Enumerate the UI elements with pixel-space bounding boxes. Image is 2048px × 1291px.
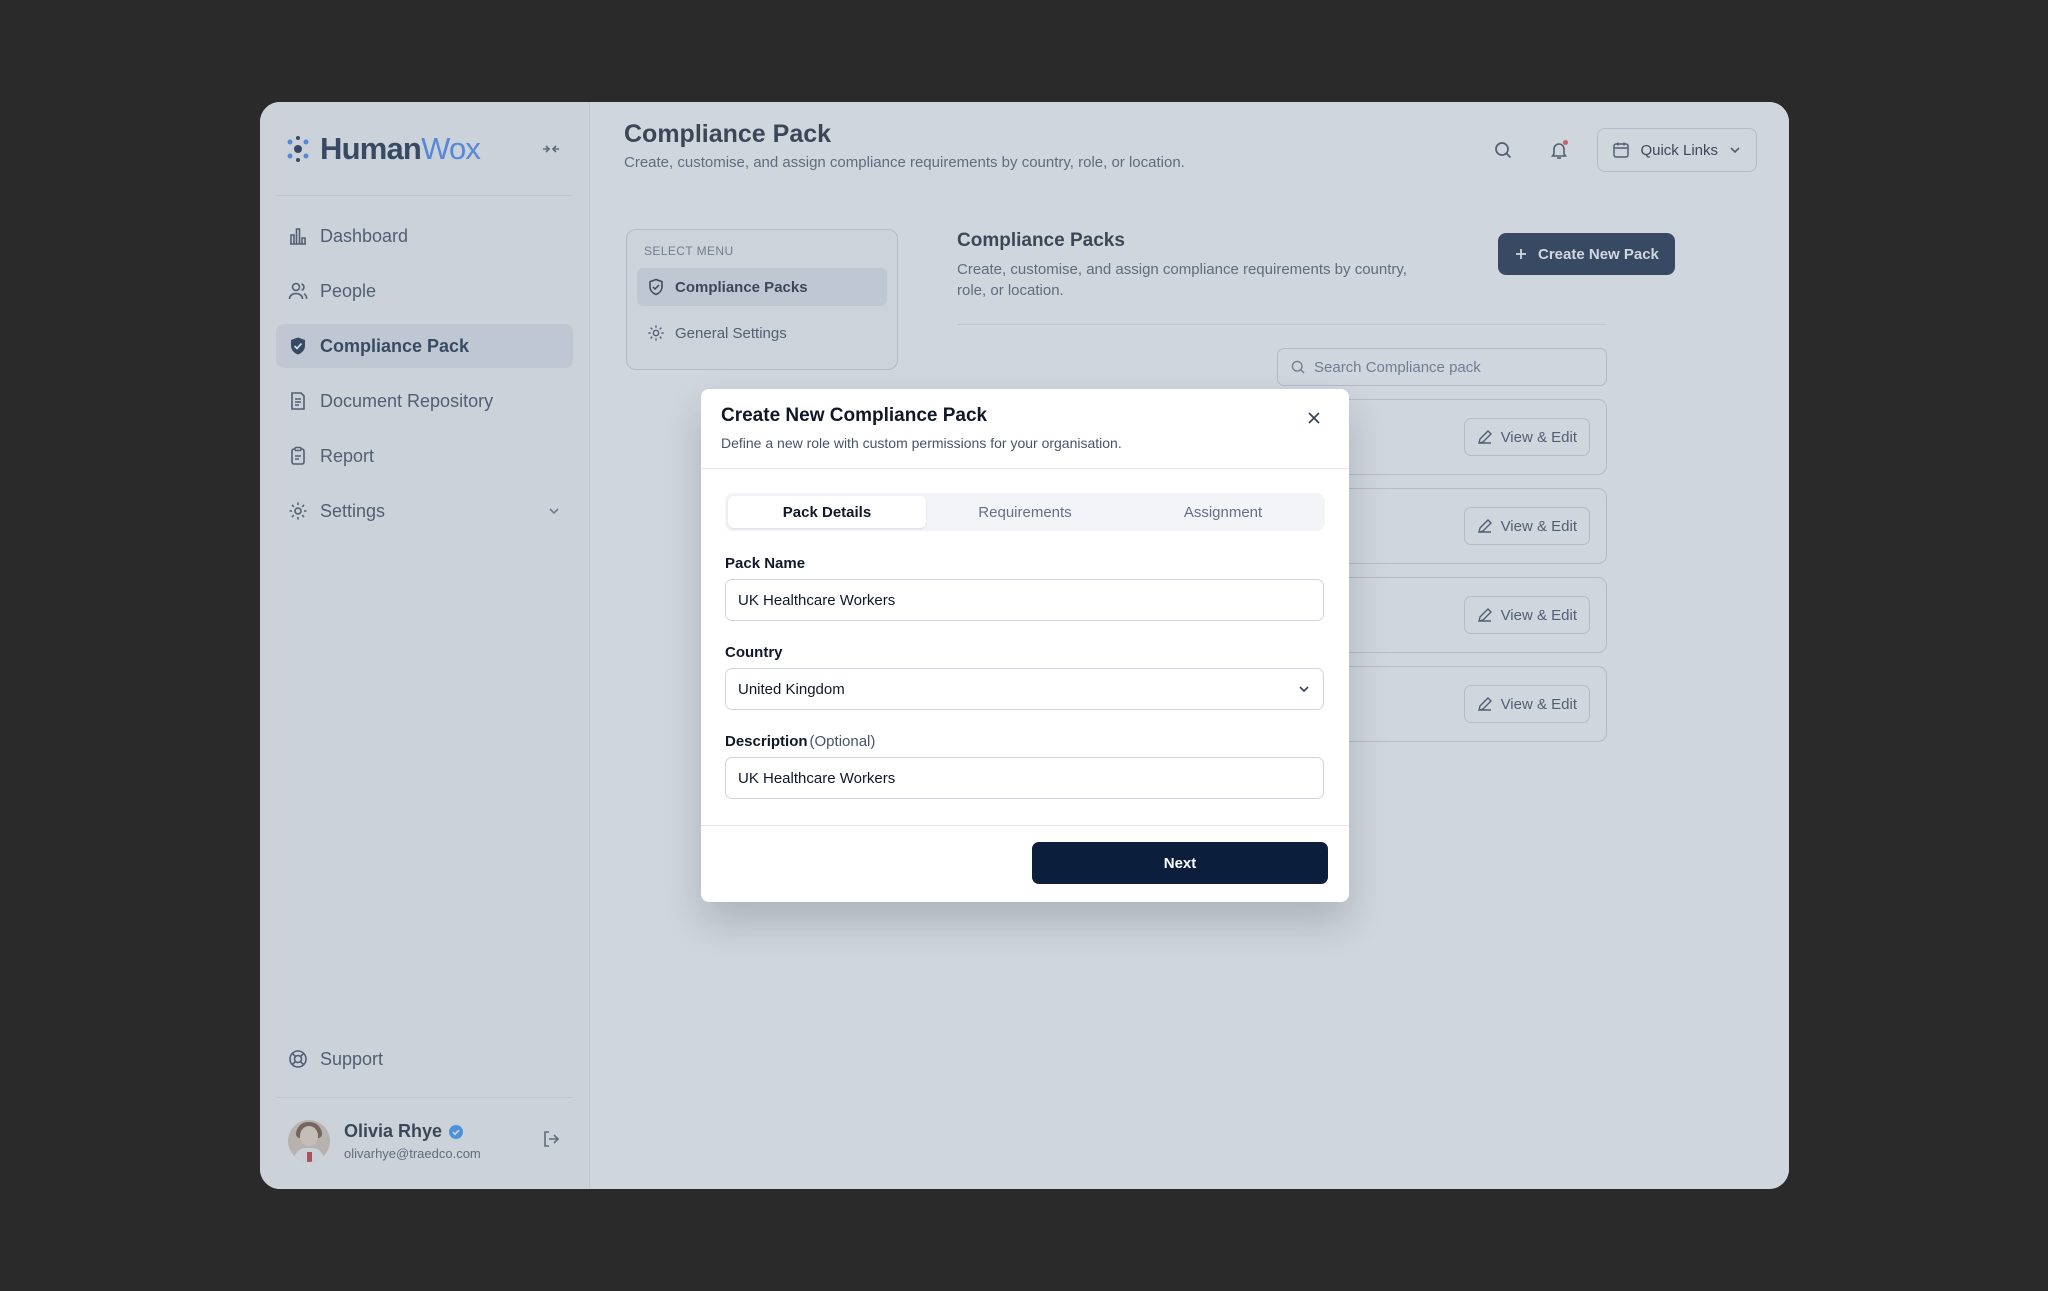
description-label: Description (Optional) [725,733,875,750]
sidebar-item-label: Dashboard [320,225,409,246]
user-name: Olivia Rhye [344,1121,443,1141]
pack-name-label: Pack Name [725,555,806,572]
pencil-icon [1477,697,1492,711]
sidebar-item-label: People [320,280,377,301]
chevron-down-icon[interactable] [547,504,561,518]
sidebar-item-dashboard[interactable]: Dashboard [276,214,573,258]
sidebar-item-report[interactable]: Report [276,434,573,478]
sidebar-item-label: Compliance Pack [320,335,470,356]
quick-links-label: Quick Links [1640,141,1718,159]
support-link[interactable]: Support [276,1037,573,1081]
sidebar-item-label: Document Repository [320,390,494,411]
shield-check-icon [291,337,305,355]
avatar [288,1120,330,1162]
sidebar-item-settings[interactable]: Settings [276,489,573,533]
page-subtitle: Create, customise, and assign compliance… [624,154,1185,171]
description-value: UK Healthcare Workers [738,769,896,787]
pencil-icon [1477,519,1492,533]
packs-divider [957,324,1607,325]
user-profile[interactable]: Olivia Rhye olivarhye@traedco.com [288,1120,561,1162]
sidebar-item-document-repository[interactable]: Document Repository [276,379,573,423]
top-toolbar: Quick Links [1485,128,1757,172]
close-icon[interactable] [1307,409,1321,430]
sidebar-divider [276,1097,573,1098]
search-placeholder: Search Compliance pack [1314,358,1481,376]
sidebar: HumanWox Dashboard People Compliance Pac… [260,102,590,1189]
logo-text-human: Human [320,130,422,166]
user-name-row: Olivia Rhye [344,1121,481,1142]
bell-icon[interactable] [1541,132,1577,168]
view-edit-label: View & Edit [1500,517,1577,535]
create-new-pack-label: Create New Pack [1538,245,1659,263]
pack-name-value: UK Healthcare Workers [738,591,896,609]
calendar-icon [1613,142,1630,158]
view-edit-label: View & Edit [1500,428,1577,446]
description-field[interactable]: UK Healthcare Workers [725,757,1324,799]
sidebar-item-people[interactable]: People [276,269,573,313]
search-input[interactable]: Search Compliance pack [1277,348,1607,386]
menu-item-general-settings[interactable]: General Settings [637,314,887,352]
tab-assignment[interactable]: Assignment [1124,496,1322,528]
modal-title: Create New Compliance Pack [721,405,988,426]
description-label-text: Description [725,733,808,750]
packs-subtitle: Create, customise, and assign compliance… [957,261,1407,299]
country-select[interactable]: United Kingdom [725,668,1324,710]
menu-item-label: Compliance Packs [675,278,808,296]
sidebar-item-label: Report [320,445,375,466]
plus-icon [1516,249,1526,259]
view-edit-label: View & Edit [1500,695,1577,713]
view-edit-button[interactable]: View & Edit [1463,418,1590,456]
menu-item-label: General Settings [675,324,787,342]
country-value: United Kingdom [738,680,845,698]
menu-item-compliance-packs[interactable]: Compliance Packs [637,268,887,306]
verified-badge-icon [449,1124,464,1139]
view-edit-button[interactable]: View & Edit [1463,596,1590,634]
tab-requirements[interactable]: Requirements [926,496,1124,528]
view-edit-button[interactable]: View & Edit [1463,685,1590,723]
shield-check-icon [649,278,663,296]
pencil-icon [1477,608,1492,622]
user-email: olivarhye@traedco.com [344,1146,481,1161]
modal-tabs: Pack Details Requirements Assignment [725,493,1325,531]
search-icon [1291,360,1305,374]
logo-row: HumanWox [276,102,573,196]
collapse-sidebar-icon[interactable] [539,137,563,161]
view-edit-button[interactable]: View & Edit [1463,507,1590,545]
create-pack-modal: Create New Compliance Pack Define a new … [701,389,1349,902]
next-button[interactable]: Next [1032,842,1328,884]
gear-icon [289,502,307,520]
page-title: Compliance Pack [624,120,832,148]
select-menu-label: SELECT MENU [644,244,734,258]
search-icon[interactable] [1485,132,1521,168]
document-icon [291,392,305,410]
logo-text-wox: Wox [421,130,481,166]
modal-footer-divider [701,825,1349,826]
clipboard-icon [291,446,305,465]
users-icon [288,282,308,300]
modal-subtitle: Define a new role with custom permission… [721,435,1122,451]
chevron-down-icon [1299,686,1309,693]
quick-links-dropdown[interactable]: Quick Links [1597,128,1757,172]
pack-name-field[interactable]: UK Healthcare Workers [725,579,1324,621]
pencil-icon [1477,430,1492,444]
create-new-pack-button[interactable]: Create New Pack [1498,233,1675,275]
logo: HumanWox [284,130,481,167]
country-label: Country [725,644,783,661]
chevron-down-icon [1730,147,1740,154]
view-edit-label: View & Edit [1500,606,1577,624]
select-menu: SELECT MENU Compliance Packs General Set… [626,229,898,370]
sidebar-item-compliance-pack[interactable]: Compliance Pack [276,324,573,368]
support-label: Support [320,1048,384,1069]
logo-mark-icon [287,135,309,162]
optional-tag: (Optional) [809,733,876,750]
life-buoy-icon [289,1050,307,1068]
sidebar-item-label: Settings [320,500,386,521]
packs-title: Compliance Packs [957,230,1125,251]
logout-icon[interactable] [541,1129,561,1154]
modal-header: Create New Compliance Pack Define a new … [701,389,1349,469]
tab-pack-details[interactable]: Pack Details [728,496,926,528]
bar-chart-icon [290,228,306,245]
gear-icon [648,325,664,341]
